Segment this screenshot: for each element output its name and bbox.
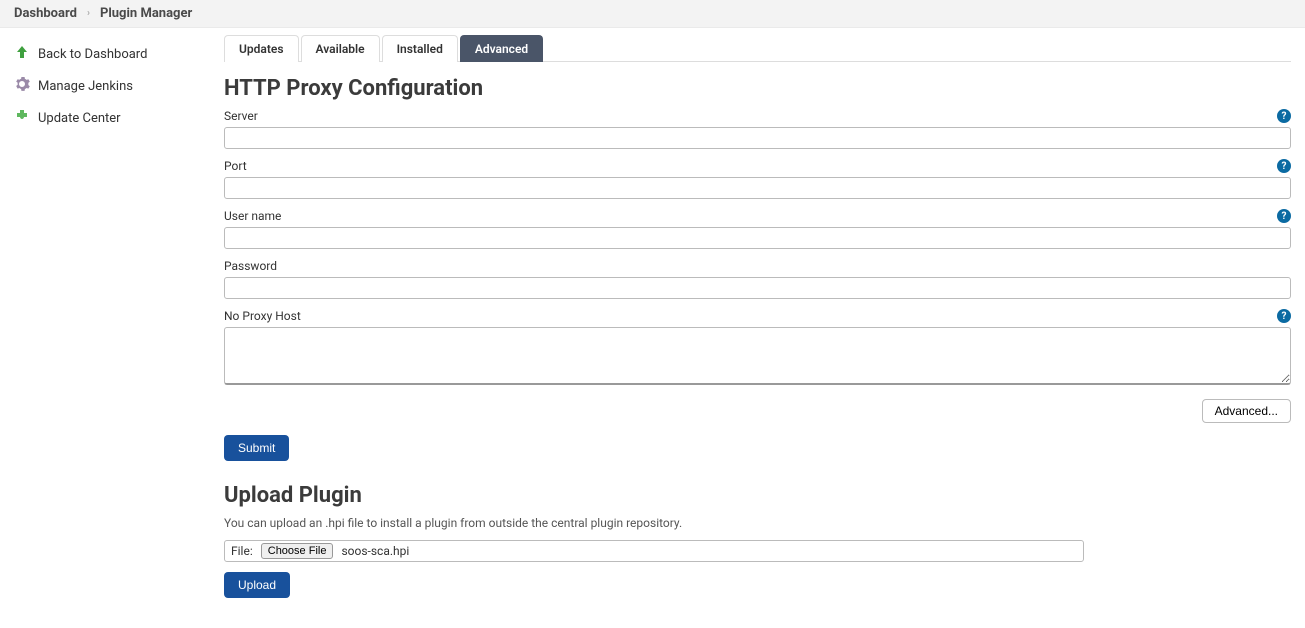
tabs: Updates Available Installed Advanced [224,34,1291,62]
field-port: Port ? [224,159,1291,199]
tab-installed[interactable]: Installed [382,35,458,62]
server-input[interactable] [224,127,1291,149]
no-proxy-textarea[interactable] [224,327,1291,385]
plugin-icon [14,108,30,128]
upload-description: You can upload an .hpi file to install a… [224,516,1291,530]
field-server: Server ? [224,109,1291,149]
proxy-heading: HTTP Proxy Configuration [224,76,1291,101]
upload-button[interactable]: Upload [224,572,290,598]
tab-advanced[interactable]: Advanced [460,35,543,62]
no-proxy-label: No Proxy Host [224,309,301,323]
sidebar-item-label: Update Center [38,111,121,126]
password-input[interactable] [224,277,1291,299]
port-label: Port [224,159,247,173]
field-username: User name ? [224,209,1291,249]
help-icon[interactable]: ? [1277,209,1291,223]
main-content: Updates Available Installed Advanced HTT… [210,28,1305,628]
tab-available[interactable]: Available [301,35,380,62]
chevron-right-icon: › [87,8,90,19]
file-upload-row: File: Choose File soos-sca.hpi [224,540,1084,562]
sidebar-item-manage-jenkins[interactable]: Manage Jenkins [0,70,210,102]
upload-heading: Upload Plugin [224,483,1291,508]
tab-updates[interactable]: Updates [224,35,299,62]
gear-icon [14,76,30,96]
sidebar: Back to Dashboard Manage Jenkins Update … [0,28,210,628]
file-label: File: [231,544,253,558]
help-icon[interactable]: ? [1277,309,1291,323]
username-label: User name [224,209,281,223]
field-no-proxy-host: No Proxy Host ? [224,309,1291,389]
field-password: Password [224,259,1291,299]
breadcrumb-plugin-manager[interactable]: Plugin Manager [100,6,192,21]
sidebar-item-label: Back to Dashboard [38,47,147,62]
sidebar-item-update-center[interactable]: Update Center [0,102,210,134]
choose-file-button[interactable]: Choose File [261,543,334,559]
arrow-up-icon [14,44,30,64]
server-label: Server [224,109,258,123]
breadcrumb: Dashboard › Plugin Manager [0,0,1305,28]
port-input[interactable] [224,177,1291,199]
help-icon[interactable]: ? [1277,159,1291,173]
password-label: Password [224,259,277,273]
username-input[interactable] [224,227,1291,249]
submit-button[interactable]: Submit [224,435,289,461]
advanced-button[interactable]: Advanced... [1202,399,1291,423]
help-icon[interactable]: ? [1277,109,1291,123]
selected-file-name: soos-sca.hpi [341,544,409,558]
sidebar-item-back-to-dashboard[interactable]: Back to Dashboard [0,38,210,70]
breadcrumb-dashboard[interactable]: Dashboard [14,6,77,21]
sidebar-item-label: Manage Jenkins [38,79,133,94]
